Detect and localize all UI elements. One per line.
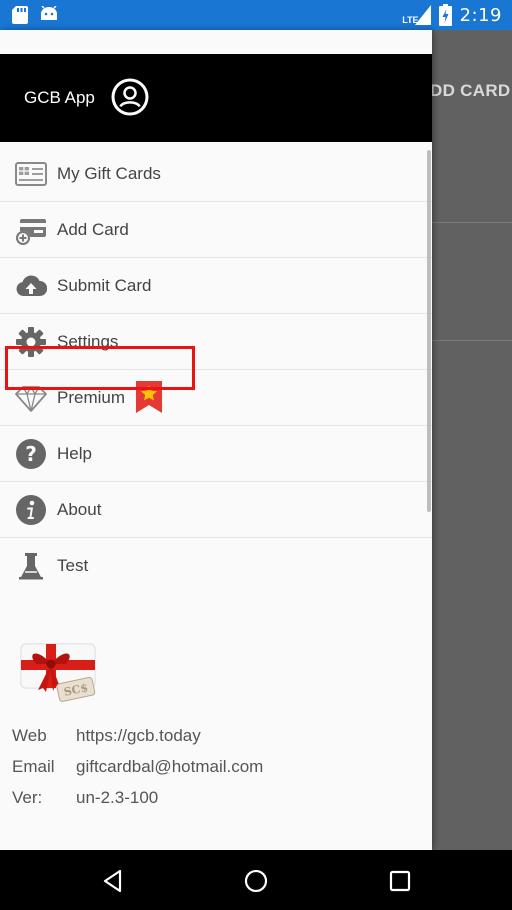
cloud-upload-icon bbox=[16, 275, 47, 296]
battery-charging-icon bbox=[438, 4, 452, 26]
menu-item-help[interactable]: ? Help bbox=[0, 426, 432, 482]
add-card-icon bbox=[16, 219, 46, 245]
info-label: Ver: bbox=[12, 788, 43, 807]
gift-card-logo: SC$ bbox=[20, 643, 96, 702]
svg-text:?: ? bbox=[25, 442, 37, 466]
web-link[interactable]: https://gcb.today bbox=[76, 726, 201, 746]
help-icon: ? bbox=[16, 439, 46, 469]
version-value: un-2.3-100 bbox=[76, 788, 159, 807]
drawer-header: GCB App bbox=[0, 54, 432, 142]
status-time: 2:19 bbox=[459, 4, 502, 26]
menu-item-label: My Gift Cards bbox=[57, 164, 161, 183]
app-title: GCB App bbox=[24, 88, 95, 107]
info-icon bbox=[16, 495, 46, 525]
navigation-drawer: GCB App My Gift Cards Add Card Submit Ca… bbox=[0, 30, 432, 850]
menu-item-label: Test bbox=[57, 556, 89, 575]
list-divider bbox=[432, 222, 512, 223]
test-tube-icon bbox=[19, 553, 43, 580]
menu-item-label: Premium bbox=[57, 388, 126, 407]
premium-highlight-box bbox=[5, 346, 195, 390]
system-navigation-bar bbox=[0, 850, 512, 910]
email-link[interactable]: giftcardbal@hotmail.com bbox=[76, 757, 263, 777]
menu-item-about[interactable]: About bbox=[0, 482, 432, 538]
menu-item-my-gift-cards[interactable]: My Gift Cards bbox=[0, 146, 432, 202]
menu-item-label: Add Card bbox=[57, 220, 129, 239]
menu-item-test[interactable]: Test bbox=[0, 538, 432, 593]
back-icon[interactable] bbox=[98, 866, 128, 896]
app-content-scrim[interactable]: DD CARD bbox=[432, 30, 512, 850]
account-circle-icon[interactable] bbox=[111, 78, 149, 116]
list-divider bbox=[432, 340, 512, 341]
android-icon bbox=[41, 6, 57, 20]
recents-icon[interactable] bbox=[385, 866, 415, 896]
gift-card-icon bbox=[15, 162, 47, 186]
sd-card-icon bbox=[12, 6, 28, 24]
menu-item-label: Help bbox=[57, 444, 92, 463]
lte-signal-icon bbox=[414, 5, 431, 25]
home-icon[interactable] bbox=[241, 866, 271, 896]
drawer-scrollbar[interactable] bbox=[427, 150, 431, 512]
status-bar: LTE 2:19 bbox=[0, 0, 512, 30]
info-label: Web bbox=[12, 726, 47, 745]
menu-item-label: Submit Card bbox=[57, 276, 152, 295]
menu-item-add-card[interactable]: Add Card bbox=[0, 202, 432, 258]
info-label: Email bbox=[12, 757, 55, 776]
menu-item-label: About bbox=[57, 500, 102, 519]
add-card-action[interactable]: DD CARD bbox=[432, 81, 510, 101]
app-toolbar: DD CARD bbox=[432, 55, 512, 125]
menu-item-submit-card[interactable]: Submit Card bbox=[0, 258, 432, 314]
